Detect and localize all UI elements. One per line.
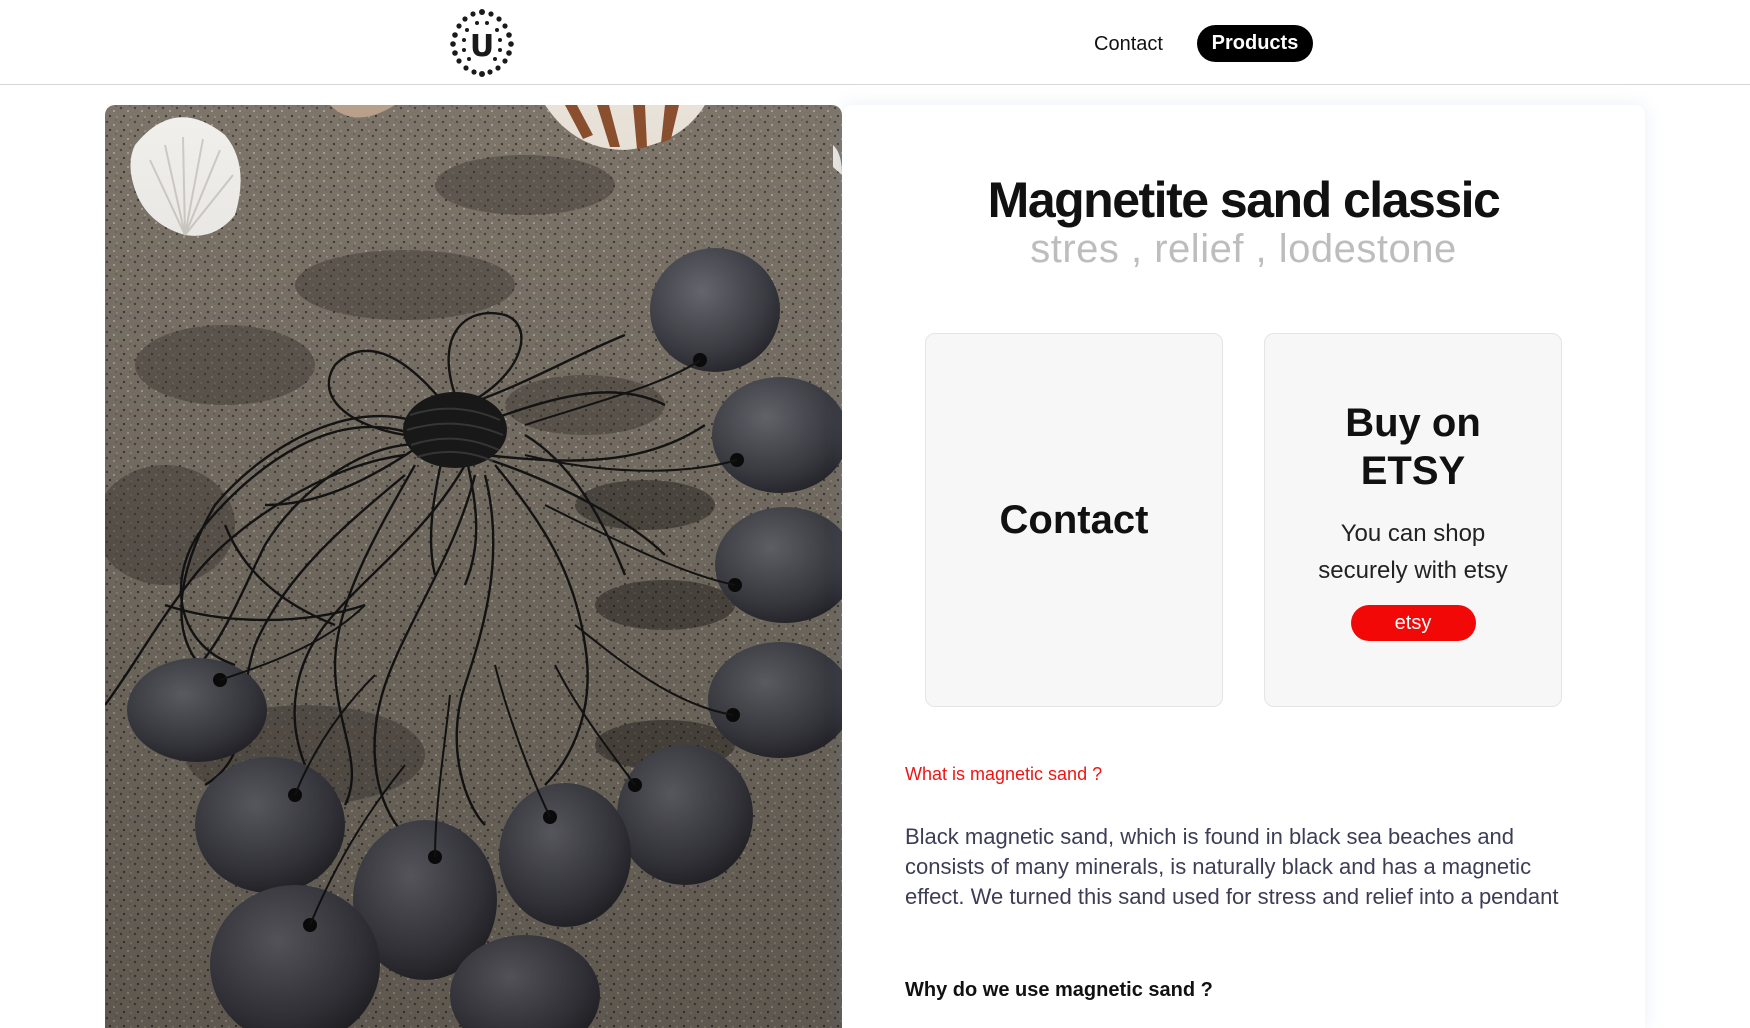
contact-card-title: Contact — [999, 497, 1149, 542]
contact-card[interactable]: Contact — [925, 333, 1223, 707]
logo-icon[interactable]: U — [440, 8, 524, 78]
question-why-magnetic-sand: Why do we use magnetic sand ? — [905, 979, 1213, 1001]
nav-contact-link[interactable]: Contact — [1080, 26, 1177, 62]
logo-letter: U — [470, 29, 494, 64]
etsy-button[interactable]: etsy — [1350, 605, 1476, 641]
etsy-card: Buy on ETSY You can shop securely with e… — [1264, 333, 1562, 707]
description-paragraph: Black magnetic sand, which is found in b… — [905, 824, 1559, 909]
nav-products-button[interactable]: Products — [1197, 25, 1313, 62]
product-info-panel: Magnetite sand classic stres , relief , … — [842, 105, 1645, 1028]
site-header: U Contact Products — [0, 0, 1750, 85]
product-tags: stres , relief , lodestone — [1030, 227, 1457, 271]
etsy-card-text: You can shop securely with etsy — [1318, 520, 1508, 584]
etsy-card-title: Buy on ETSY — [1345, 401, 1481, 493]
question-what-is-magnetic-sand: What is magnetic sand ? — [905, 764, 1103, 784]
product-title: Magnetite sand classic — [987, 172, 1501, 228]
product-image — [105, 105, 842, 1028]
